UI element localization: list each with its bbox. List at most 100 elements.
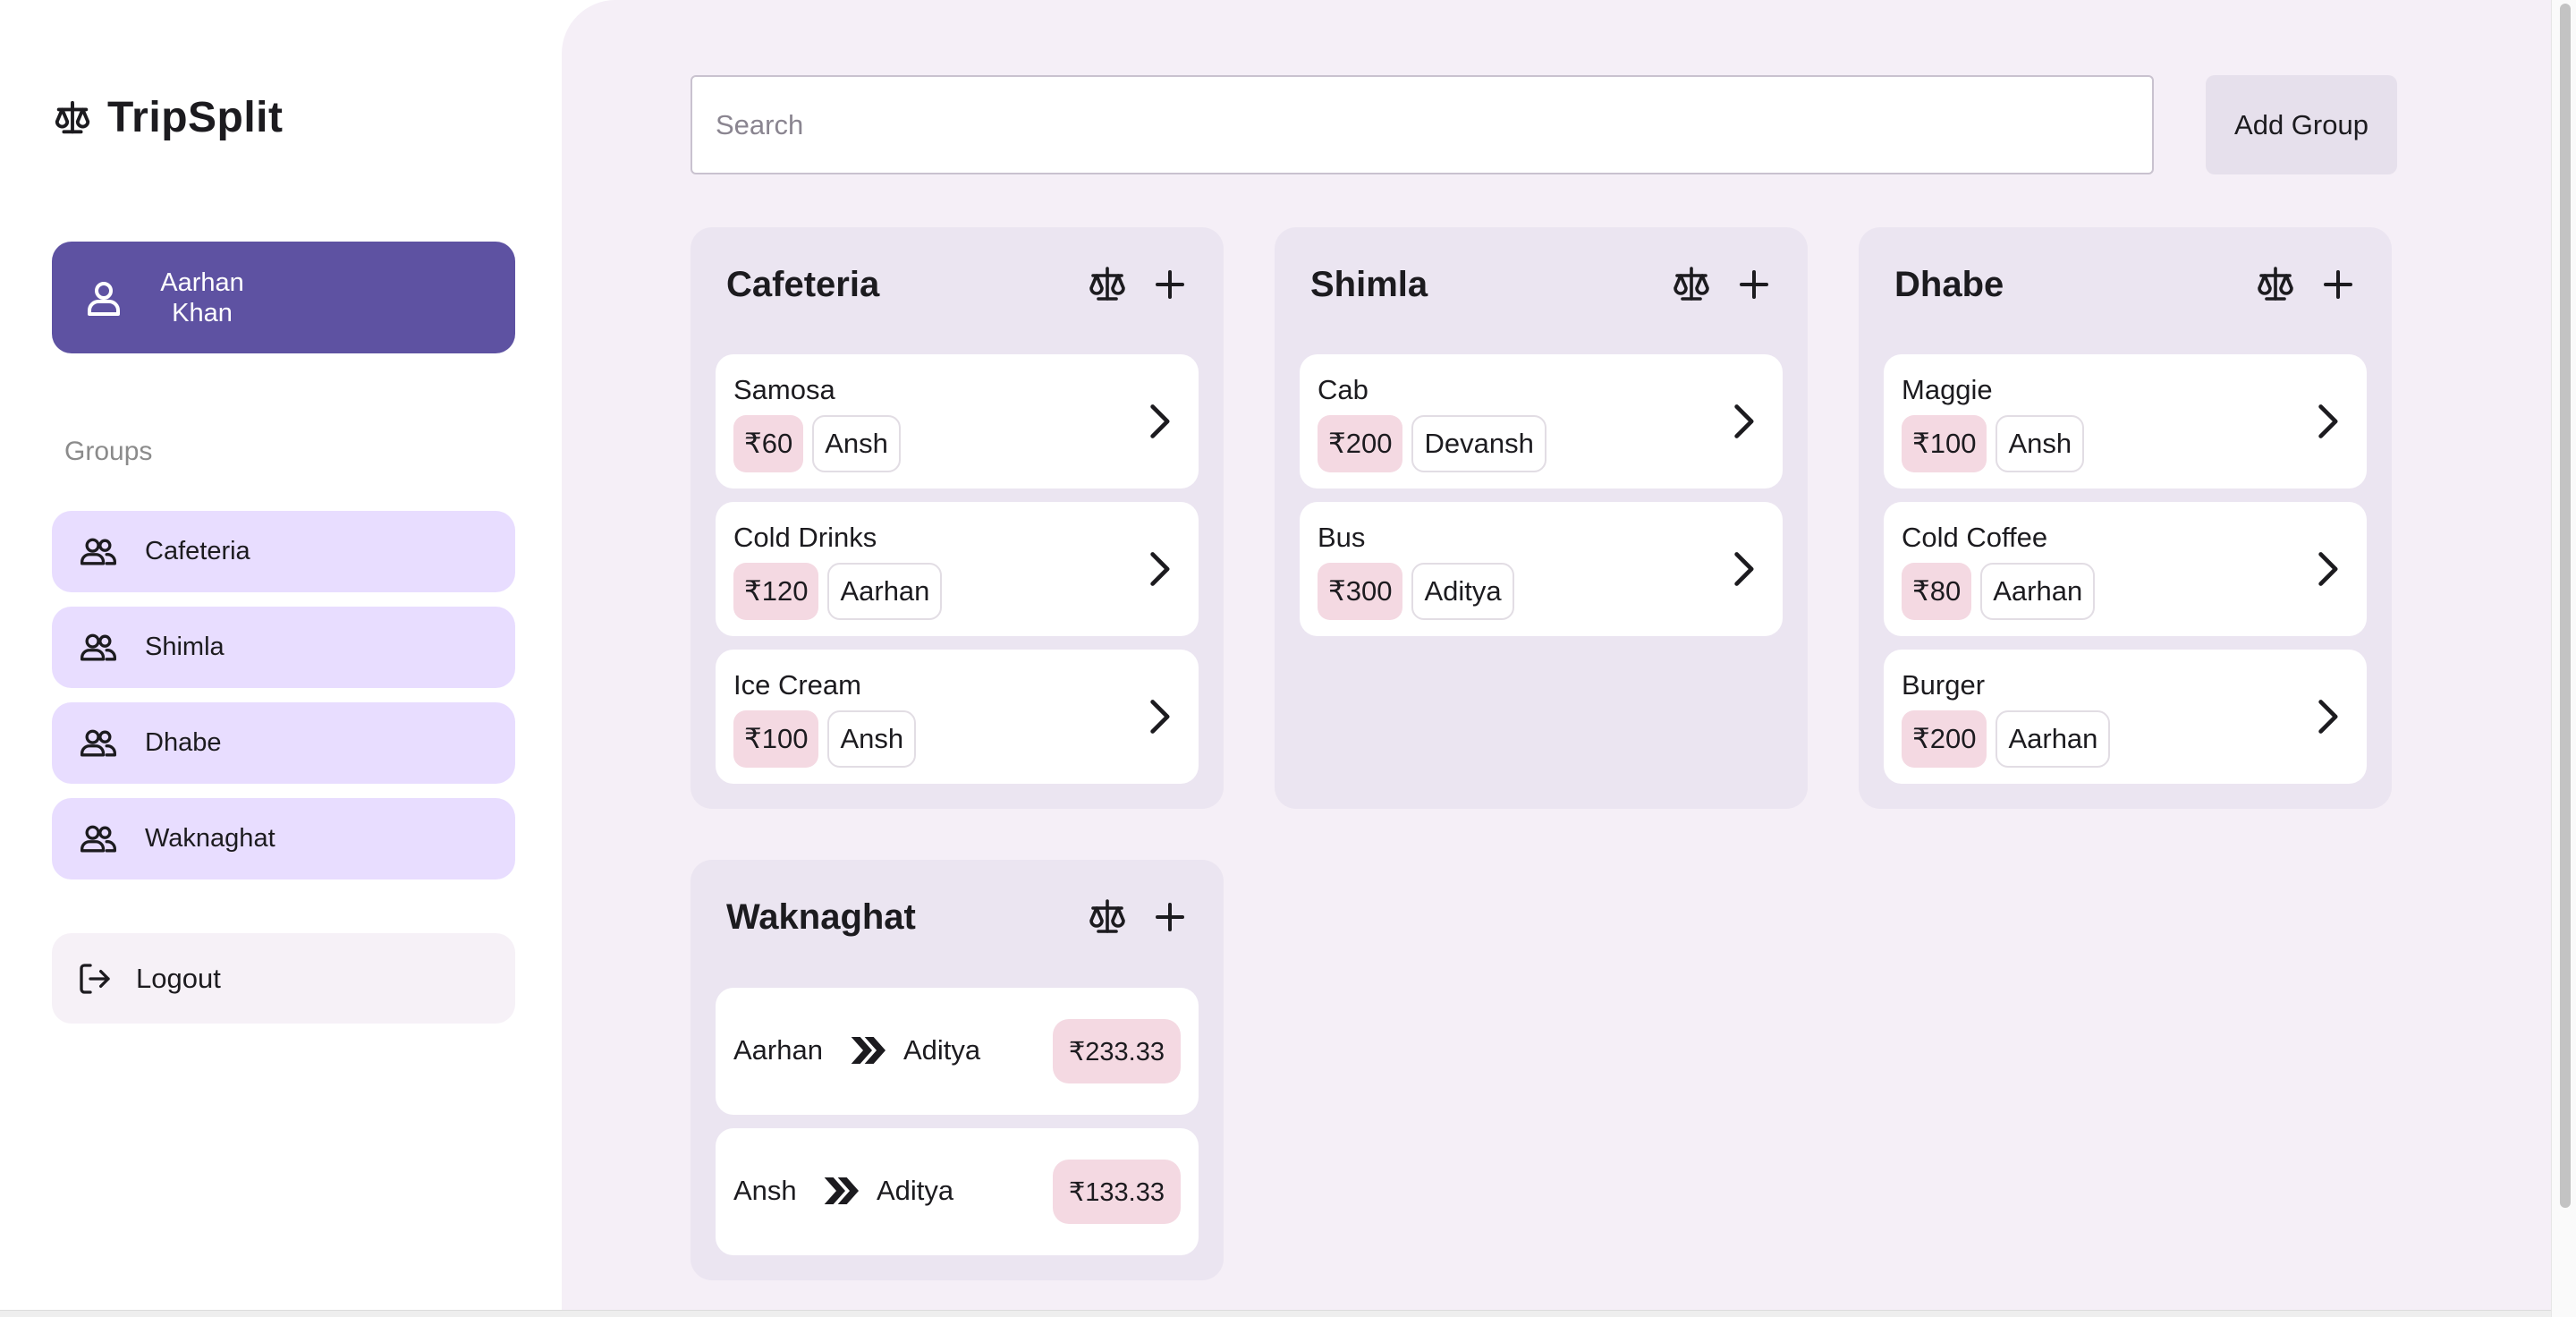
payer-chip: Ansh — [812, 415, 901, 472]
expense-item[interactable]: Maggie ₹100 Ansh — [1884, 354, 2367, 489]
balance-button[interactable] — [1670, 263, 1713, 306]
scrollbar-thumb[interactable] — [2560, 4, 2571, 1208]
vertical-scrollbar[interactable] — [2551, 0, 2576, 1317]
payer-chip: Devansh — [1411, 415, 1546, 472]
expense-item[interactable]: Cold Drinks ₹120 Aarhan — [716, 502, 1199, 636]
expense-chips: ₹200 Devansh — [1318, 415, 1546, 472]
chevron-right-icon[interactable] — [2308, 549, 2347, 589]
brand[interactable]: TripSplit — [52, 93, 284, 142]
group-icon — [79, 532, 118, 572]
expense-item[interactable]: Samosa ₹60 Ansh — [716, 354, 1199, 489]
expense-name: Samosa — [733, 374, 835, 405]
amount-chip: ₹60 — [733, 415, 804, 472]
chevron-right-icon[interactable] — [1140, 697, 1179, 736]
plus-icon — [1156, 270, 1184, 299]
payer-chip: Aarhan — [827, 563, 943, 620]
expense-item[interactable]: Cab ₹200 Devansh — [1300, 354, 1783, 489]
settlement-list: Aarhan Aditya ₹233.33 Ansh Aditya ₹133.3… — [716, 988, 1199, 1269]
amount-chip: ₹200 — [1318, 415, 1403, 472]
payer-chip: Ansh — [1996, 415, 2085, 472]
settlement-amount: ₹133.33 — [1052, 1160, 1181, 1224]
payer-chip: Aarhan — [1996, 710, 2111, 768]
sidebar-item-shimla[interactable]: Shimla — [52, 607, 515, 688]
plus-icon — [1740, 270, 1768, 299]
expense-item[interactable]: Bus ₹300 Aditya — [1300, 502, 1783, 636]
logout-button[interactable]: Logout — [52, 933, 515, 1024]
group-icon — [79, 628, 118, 667]
expense-chips: ₹60 Ansh — [733, 415, 901, 472]
group-title: Shimla — [1310, 265, 1428, 304]
expense-name: Cab — [1318, 374, 1368, 405]
group-card-shimla: Shimla Cab ₹200 Devansh Bus ₹300 Aditya — [1275, 227, 1808, 809]
double-chevron-right-icon — [823, 1175, 859, 1207]
add-expense-button[interactable] — [1733, 263, 1775, 306]
amount-chip: ₹100 — [733, 710, 819, 768]
chevron-right-icon[interactable] — [2308, 697, 2347, 736]
scale-icon — [1674, 267, 1709, 301]
sidebar-item-label: Waknaghat — [145, 824, 275, 853]
payer-chip: Ansh — [827, 710, 917, 768]
amount-chip: ₹120 — [733, 563, 819, 620]
search-input[interactable] — [691, 75, 2154, 174]
chevron-right-icon[interactable] — [1140, 402, 1179, 441]
group-title: Dhabe — [1894, 265, 2004, 304]
expense-item[interactable]: Burger ₹200 Aarhan — [1884, 650, 2367, 784]
scale-icon — [2258, 267, 2293, 301]
settlement-from: Aarhan — [733, 1034, 823, 1066]
expense-list: Cab ₹200 Devansh Bus ₹300 Aditya — [1300, 354, 1783, 650]
expense-chips: ₹100 Ansh — [1902, 415, 2085, 472]
amount-chip: ₹100 — [1902, 415, 1987, 472]
user-profile-card[interactable]: Aarhan Khan — [52, 242, 515, 353]
double-chevron-right-icon — [850, 1034, 886, 1066]
settlement-item: Ansh Aditya ₹133.33 — [716, 1128, 1199, 1255]
expense-name: Burger — [1902, 669, 1986, 701]
settlement-to: Aditya — [877, 1175, 954, 1206]
chevron-right-icon[interactable] — [1724, 402, 1763, 441]
expense-name: Bus — [1318, 522, 1366, 553]
expense-name: Ice Cream — [733, 669, 861, 701]
logout-label: Logout — [136, 962, 221, 994]
chevron-right-icon[interactable] — [1724, 549, 1763, 589]
expense-list: Samosa ₹60 Ansh Cold Drinks ₹120 Aarhan — [716, 354, 1199, 797]
payer-chip: Aarhan — [1980, 563, 2096, 620]
balance-button[interactable] — [2254, 263, 2297, 306]
sidebar-item-dhabe[interactable]: Dhabe — [52, 702, 515, 784]
expense-chips: ₹120 Aarhan — [733, 563, 943, 620]
add-expense-button[interactable] — [2317, 263, 2360, 306]
scale-icon — [1089, 899, 1125, 933]
plus-icon — [2324, 270, 2352, 299]
chevron-right-icon[interactable] — [1140, 549, 1179, 589]
group-card-cafeteria: Cafeteria Samosa ₹60 Ansh Cold Drinks ₹1… — [691, 227, 1224, 809]
amount-chip: ₹200 — [1902, 710, 1987, 768]
main-content: Add Group Cafeteria Samosa ₹60 Ansh — [562, 0, 2551, 1310]
balance-button[interactable] — [1086, 896, 1129, 939]
add-group-button[interactable]: Add Group — [2206, 75, 2397, 174]
add-expense-button[interactable] — [1148, 896, 1191, 939]
amount-chip: ₹300 — [1318, 563, 1403, 620]
scale-icon — [52, 98, 93, 139]
group-title: Cafeteria — [726, 265, 880, 304]
expense-name: Cold Drinks — [733, 522, 877, 553]
amount-chip: ₹80 — [1902, 563, 1972, 620]
app-title: TripSplit — [107, 94, 284, 141]
settlement-amount: ₹233.33 — [1052, 1019, 1181, 1083]
expense-item[interactable]: Cold Coffee ₹80 Aarhan — [1884, 502, 2367, 636]
group-title: Waknaghat — [726, 897, 916, 937]
horizontal-scrollbar — [0, 1310, 2551, 1317]
group-nav: Cafeteria Shimla Dhabe Waknaghat — [52, 511, 515, 894]
balance-button[interactable] — [1086, 263, 1129, 306]
settlement-from: Ansh — [733, 1175, 797, 1206]
sidebar-item-cafeteria[interactable]: Cafeteria — [52, 511, 515, 592]
sidebar-item-label: Dhabe — [145, 728, 222, 757]
expense-chips: ₹100 Ansh — [733, 710, 917, 768]
expense-item[interactable]: Ice Cream ₹100 Ansh — [716, 650, 1199, 784]
chevron-right-icon[interactable] — [2308, 402, 2347, 441]
user-name: Aarhan Khan — [160, 268, 244, 327]
add-expense-button[interactable] — [1148, 263, 1191, 306]
sidebar-item-waknaghat[interactable]: Waknaghat — [52, 798, 515, 879]
sidebar-item-label: Cafeteria — [145, 537, 250, 565]
scale-icon — [1089, 267, 1125, 301]
settlement-item: Aarhan Aditya ₹233.33 — [716, 988, 1199, 1115]
expense-list: Maggie ₹100 Ansh Cold Coffee ₹80 Aarhan — [1884, 354, 2367, 797]
sidebar: TripSplit Aarhan Khan Groups Cafeteria S… — [0, 0, 562, 1317]
